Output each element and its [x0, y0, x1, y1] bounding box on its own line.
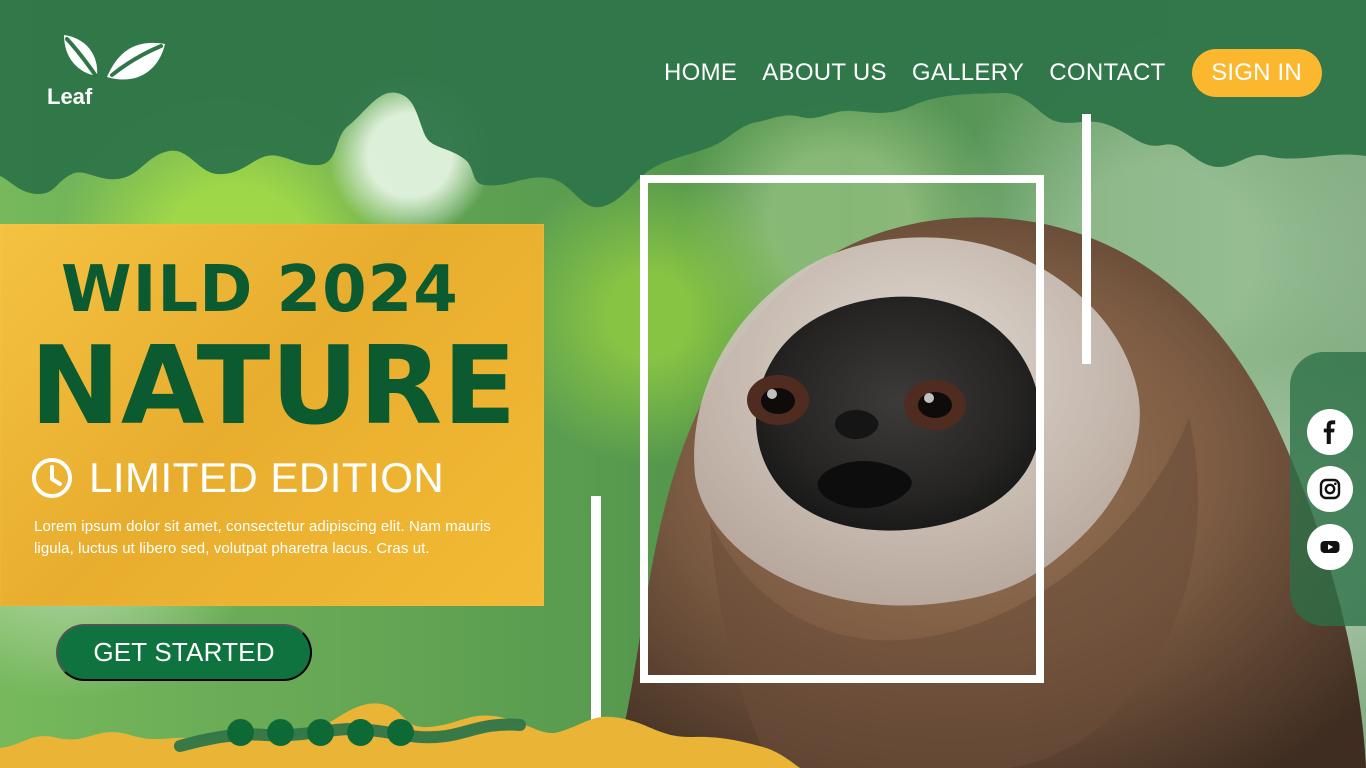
hero-title-line-1: WILD 2024 — [61, 253, 459, 327]
limited-edition-row: LIMITED EDITION — [31, 454, 444, 502]
leaf-icon — [64, 35, 165, 80]
nav-gallery[interactable]: GALLERY — [912, 49, 1024, 97]
gibbon-photo — [606, 158, 1366, 768]
hero-panel: WILD 2024 NATURE LIMITED EDITION Lorem i… — [0, 224, 544, 606]
youtube-icon — [1320, 541, 1340, 553]
instagram-button[interactable] — [1307, 466, 1353, 512]
logo-text: Leaf — [47, 84, 93, 109]
clock-icon — [32, 458, 72, 498]
carousel-indicator[interactable] — [347, 719, 374, 746]
instagram-icon — [1319, 478, 1341, 500]
facebook-button[interactable] — [1307, 409, 1353, 455]
limited-edition-text: LIMITED EDITION — [89, 454, 445, 501]
nav-about-us[interactable]: ABOUT US — [762, 49, 887, 97]
decorative-vertical-line-top — [1082, 114, 1091, 364]
carousel-indicator[interactable] — [267, 719, 294, 746]
facebook-icon — [1323, 420, 1336, 444]
sign-in-button[interactable]: SIGN IN — [1191, 49, 1322, 97]
hero-title-line-2: NATURE — [30, 324, 517, 449]
hero-description: Lorem ipsum dolor sit amet, consectetur … — [34, 518, 491, 557]
carousel-indicator[interactable] — [307, 719, 334, 746]
nav-contact[interactable]: CONTACT — [1049, 49, 1165, 97]
nav-home[interactable]: HOME — [664, 49, 737, 97]
logo[interactable]: Leaf — [47, 28, 167, 114]
main-navigation: HOME ABOUT US GALLERY CONTACT SIGN IN — [664, 49, 1322, 97]
carousel-indicator[interactable] — [227, 719, 254, 746]
carousel-indicator[interactable] — [387, 719, 414, 746]
youtube-button[interactable] — [1307, 524, 1353, 570]
get-started-button[interactable]: GET STARTED — [56, 624, 312, 681]
decorative-vertical-line-bottom — [591, 496, 601, 744]
carousel-indicators — [227, 719, 414, 746]
